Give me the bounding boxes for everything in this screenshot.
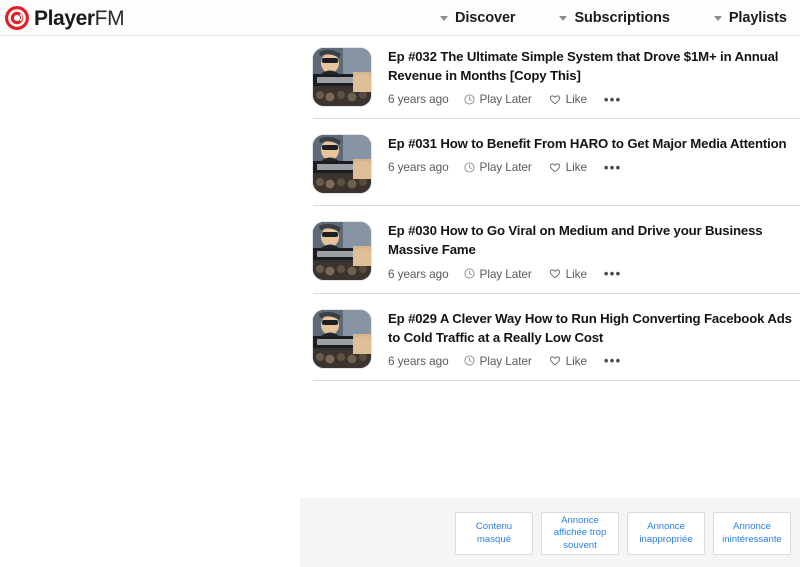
podcast-artwork-icon[interactable]	[313, 135, 371, 194]
play-later-label: Play Later	[479, 266, 532, 281]
episode-meta: 6 years ago Play Later Like •••	[388, 267, 800, 281]
episode-age: 6 years ago	[388, 266, 449, 281]
like-label: Like	[565, 92, 587, 107]
episode-details: Ep #031 How to Benefit From HARO to Get …	[388, 133, 800, 193]
ad-feedback-shown-too-often-button[interactable]: Annonce affichée trop souvent	[541, 512, 619, 555]
episode-details: Ep #030 How to Go Viral on Medium and Dr…	[388, 220, 800, 280]
heart-outline-icon	[549, 268, 561, 279]
episode-age: 6 years ago	[388, 353, 449, 368]
like-label: Like	[565, 160, 587, 175]
ellipsis-icon[interactable]: •••	[604, 93, 622, 106]
podcast-artwork-icon[interactable]	[313, 48, 371, 106]
site-logo[interactable]: PlayerFM	[4, 3, 125, 33]
player-fm-logo-icon	[4, 5, 30, 31]
episode-meta: 6 years ago Play Later Like •••	[388, 354, 800, 368]
episode-age: 6 years ago	[388, 92, 449, 107]
clock-circle-icon	[464, 162, 475, 173]
table-row[interactable]: Ep #029 A Clever Way How to Run High Con…	[313, 292, 800, 380]
table-row[interactable]: Ep #030 How to Go Viral on Medium and Dr…	[313, 205, 800, 292]
play-later-button[interactable]: Play Later	[464, 267, 532, 281]
heart-outline-icon	[549, 162, 561, 173]
like-button[interactable]: Like	[549, 354, 587, 368]
like-button[interactable]: Like	[549, 92, 587, 106]
chevron-down-icon	[713, 15, 722, 21]
nav-item-subscriptions[interactable]: Subscriptions	[559, 10, 670, 26]
site-header: PlayerFM Discover Subscriptions Playlist…	[0, 0, 800, 36]
episode-title[interactable]: Ep #032 The Ultimate Simple System that …	[388, 47, 800, 85]
like-button[interactable]: Like	[549, 267, 587, 281]
nav-item-playlists[interactable]: Playlists	[713, 10, 787, 26]
like-label: Like	[565, 353, 587, 368]
episode-title[interactable]: Ep #029 A Clever Way How to Run High Con…	[388, 309, 800, 347]
nav-item-discover[interactable]: Discover	[440, 10, 516, 26]
nav-label-discover: Discover	[455, 10, 516, 26]
episode-details: Ep #032 The Ultimate Simple System that …	[388, 46, 800, 106]
ellipsis-icon[interactable]: •••	[604, 354, 622, 367]
main-navigation: Discover Subscriptions Playlists	[440, 0, 787, 36]
episode-meta: 6 years ago Play Later Like •••	[388, 92, 800, 106]
play-later-button[interactable]: Play Later	[464, 354, 532, 368]
logo-word-fm: FM	[94, 6, 125, 30]
ad-feedback-uninteresting-button[interactable]: Annonce inintéressante	[713, 512, 791, 555]
clock-circle-icon	[464, 268, 475, 279]
ellipsis-icon[interactable]: •••	[604, 267, 622, 280]
table-row[interactable]: Ep #031 How to Benefit From HARO to Get …	[313, 118, 800, 205]
chevron-down-icon	[440, 15, 448, 21]
table-row[interactable]: Ep #032 The Ultimate Simple System that …	[313, 36, 800, 118]
play-later-label: Play Later	[479, 160, 532, 175]
episode-details: Ep #029 A Clever Way How to Run High Con…	[388, 308, 800, 368]
ad-feedback-hidden-content-button[interactable]: Contenu masqué	[455, 512, 533, 555]
play-later-label: Play Later	[479, 353, 532, 368]
ellipsis-icon[interactable]: •••	[604, 161, 622, 174]
page-body: Ep #032 The Ultimate Simple System that …	[0, 36, 800, 567]
episode-title[interactable]: Ep #031 How to Benefit From HARO to Get …	[388, 134, 800, 153]
nav-label-subscriptions: Subscriptions	[574, 10, 670, 26]
episode-title[interactable]: Ep #030 How to Go Viral on Medium and Dr…	[388, 221, 800, 259]
chevron-down-icon	[559, 15, 568, 21]
episode-age: 6 years ago	[388, 160, 449, 175]
play-later-button[interactable]: Play Later	[464, 92, 532, 106]
ad-feedback-panel: Contenu masqué Annonce affichée trop sou…	[300, 498, 800, 567]
play-later-label: Play Later	[479, 92, 532, 107]
ad-feedback-inappropriate-button[interactable]: Annonce inappropriée	[627, 512, 705, 555]
logo-word-player: Player	[34, 6, 95, 30]
heart-outline-icon	[549, 355, 561, 366]
heart-outline-icon	[549, 94, 561, 105]
clock-circle-icon	[464, 355, 475, 366]
podcast-artwork-icon[interactable]	[313, 222, 371, 281]
podcast-artwork-icon[interactable]	[313, 309, 371, 368]
nav-label-playlists: Playlists	[728, 10, 787, 26]
clock-circle-icon	[464, 94, 475, 105]
logo-wordmark: PlayerFM	[34, 6, 125, 30]
ad-feedback-buttons: Contenu masqué Annonce affichée trop sou…	[455, 512, 791, 555]
like-label: Like	[565, 266, 587, 281]
episode-meta: 6 years ago Play Later Like •••	[388, 160, 800, 174]
episode-list: Ep #032 The Ultimate Simple System that …	[300, 36, 800, 531]
play-later-button[interactable]: Play Later	[464, 160, 532, 174]
list-bottom-divider	[313, 379, 800, 381]
like-button[interactable]: Like	[549, 160, 587, 174]
